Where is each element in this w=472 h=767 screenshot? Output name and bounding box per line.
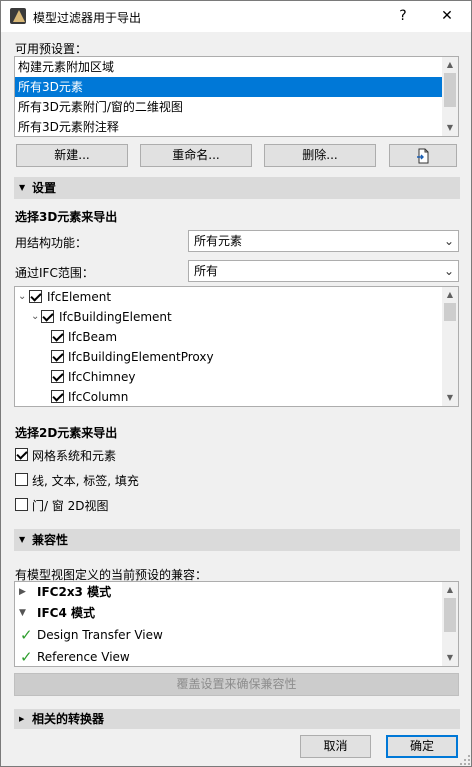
option-grid-elements[interactable]: 网格系统和元素 (15, 448, 215, 466)
resize-grip-icon[interactable] (459, 754, 471, 766)
ifc-class-tree[interactable]: ⌄ IfcElement ⌄ IfcBuildingElement IfcBea… (14, 286, 459, 407)
tree-checkbox[interactable] (51, 370, 64, 383)
tree-checkbox[interactable] (29, 290, 42, 303)
presets-list[interactable]: 构建元素附加区域 所有3D元素 所有3D元素附门/窗的二维视图 所有3D元素附注… (14, 56, 459, 137)
scroll-thumb[interactable] (444, 598, 456, 632)
delete-preset-button[interactable]: 删除... (264, 144, 376, 167)
presets-scrollbar[interactable]: ▲ ▼ (442, 57, 458, 136)
compat-section-header[interactable]: ▼ 兼容性 (14, 529, 460, 551)
structure-function-dropdown[interactable]: 所有元素 ⌄ (188, 230, 459, 252)
scroll-thumb[interactable] (444, 303, 456, 321)
scroll-up-icon[interactable]: ▲ (442, 287, 458, 303)
select-3d-title: 选择3D元素来导出 (15, 210, 118, 224)
scroll-thumb[interactable] (444, 73, 456, 107)
tree-row-ifcchimney[interactable]: IfcChimney (15, 367, 443, 387)
import-file-icon (417, 148, 429, 164)
scroll-down-icon[interactable]: ▼ (442, 390, 458, 406)
override-compat-button[interactable]: 覆盖设置来确保兼容性 (14, 673, 459, 696)
option-lines-text[interactable]: 线, 文本, 标签, 填充 (15, 473, 215, 491)
preset-item[interactable]: 所有3D元素附门/窗的二维视图 (15, 97, 443, 117)
window-title: 模型过滤器用于导出 (33, 11, 142, 25)
ifc-scope-value: 所有 (194, 264, 219, 278)
chevron-down-icon: ⌄ (443, 264, 454, 278)
tree-checkbox[interactable] (51, 330, 64, 343)
tree-label: IfcElement (47, 290, 112, 304)
tree-row-ifcelement[interactable]: ⌄ IfcElement (15, 287, 443, 307)
expand-chevron-icon[interactable]: ⌄ (31, 307, 39, 327)
cancel-button[interactable]: 取消 (300, 735, 371, 758)
compat-group-label: IFC2x3 模式 (37, 585, 112, 599)
dialog-window: 模型过滤器用于导出 ? ✕ 可用预设置： 构建元素附加区域 所有3D元素 所有3… (0, 0, 472, 767)
tree-checkbox[interactable] (41, 310, 54, 323)
tree-row-ifcbuildingelementproxy[interactable]: IfcBuildingElementProxy (15, 347, 443, 367)
option-checkbox[interactable] (15, 448, 28, 461)
preset-item[interactable]: 所有3D元素附注释 (15, 117, 443, 136)
compat-row-design-transfer[interactable]: ✓ Design Transfer View (15, 625, 443, 645)
compat-header-label: 兼容性 (32, 533, 69, 547)
title-bar: 模型过滤器用于导出 ? ✕ (1, 1, 471, 32)
expand-triangle-icon[interactable]: ▶ (19, 582, 26, 602)
ifc-scope-label: 通过IFC范围： (15, 266, 94, 280)
tree-row-ifcbuildingelement[interactable]: ⌄ IfcBuildingElement (15, 307, 443, 327)
tree-label: IfcBuildingElementProxy (68, 350, 214, 364)
option-door-window-2d[interactable]: 门/ 窗 2D视图 (15, 498, 215, 516)
settings-section-header[interactable]: ▼ 设置 (14, 177, 460, 199)
option-checkbox[interactable] (15, 498, 28, 511)
option-label: 门/ 窗 2D视图 (32, 499, 109, 513)
green-check-icon: ✓ (20, 648, 33, 666)
preset-item[interactable]: 构建元素附加区域 (15, 57, 443, 77)
compat-group-label: IFC4 模式 (37, 606, 95, 620)
compat-list[interactable]: ▶ IFC2x3 模式 ▼ IFC4 模式 ✓ Design Transfer … (14, 581, 459, 667)
tree-checkbox[interactable] (51, 350, 64, 363)
compat-row-reference-view[interactable]: ✓ Reference View (15, 647, 443, 666)
structure-function-label: 用结构功能： (15, 236, 88, 250)
collapse-triangle-icon: ▼ (19, 183, 26, 192)
compat-item-label: Reference View (37, 650, 130, 664)
settings-header-label: 设置 (32, 181, 57, 195)
import-preset-button[interactable] (389, 144, 457, 167)
chevron-down-icon: ⌄ (443, 234, 454, 248)
option-label: 网格系统和元素 (32, 449, 117, 463)
close-button[interactable]: ✕ (435, 5, 459, 27)
expand-chevron-icon[interactable]: ⌄ (18, 287, 26, 307)
ok-button[interactable]: 确定 (386, 735, 458, 758)
converters-header-label: 相关的转换器 (32, 712, 105, 726)
tree-label: IfcBuildingElement (59, 310, 172, 324)
tree-label: IfcBeam (68, 330, 118, 344)
collapse-triangle-icon[interactable]: ▼ (19, 603, 26, 623)
converters-section-header[interactable]: ▶ 相关的转换器 (14, 709, 460, 729)
compat-scrollbar[interactable]: ▲ ▼ (442, 582, 458, 666)
tree-label: IfcChimney (68, 370, 136, 384)
help-button[interactable]: ? (391, 5, 415, 27)
compat-row-ifc2x3[interactable]: ▶ IFC2x3 模式 (15, 582, 443, 602)
tree-row-ifcbeam[interactable]: IfcBeam (15, 327, 443, 347)
tree-label: IfcColumn (68, 390, 129, 404)
archicad-app-icon (10, 8, 26, 24)
collapse-triangle-icon: ▼ (19, 535, 26, 544)
option-checkbox[interactable] (15, 473, 28, 486)
compat-item-label: Design Transfer View (37, 628, 163, 642)
tree-scrollbar[interactable]: ▲ ▼ (442, 287, 458, 406)
preset-item-selected[interactable]: 所有3D元素 (15, 77, 443, 97)
tree-checkbox[interactable] (51, 390, 64, 403)
select-2d-title: 选择2D元素来导出 (15, 426, 118, 440)
expand-triangle-icon: ▶ (19, 715, 25, 723)
scroll-down-icon[interactable]: ▼ (442, 120, 458, 136)
rename-preset-button[interactable]: 重命名... (140, 144, 252, 167)
option-label: 线, 文本, 标签, 填充 (32, 474, 139, 488)
ifc-scope-dropdown[interactable]: 所有 ⌄ (188, 260, 459, 282)
green-check-icon: ✓ (20, 626, 33, 644)
new-preset-button[interactable]: 新建... (16, 144, 128, 167)
scroll-up-icon[interactable]: ▲ (442, 582, 458, 598)
structure-function-value: 所有元素 (194, 234, 243, 248)
tree-row-ifccolumn[interactable]: IfcColumn (15, 387, 443, 406)
compat-row-ifc4[interactable]: ▼ IFC4 模式 (15, 603, 443, 623)
scroll-down-icon[interactable]: ▼ (442, 650, 458, 666)
scroll-up-icon[interactable]: ▲ (442, 57, 458, 73)
presets-label: 可用预设置： (15, 42, 88, 56)
